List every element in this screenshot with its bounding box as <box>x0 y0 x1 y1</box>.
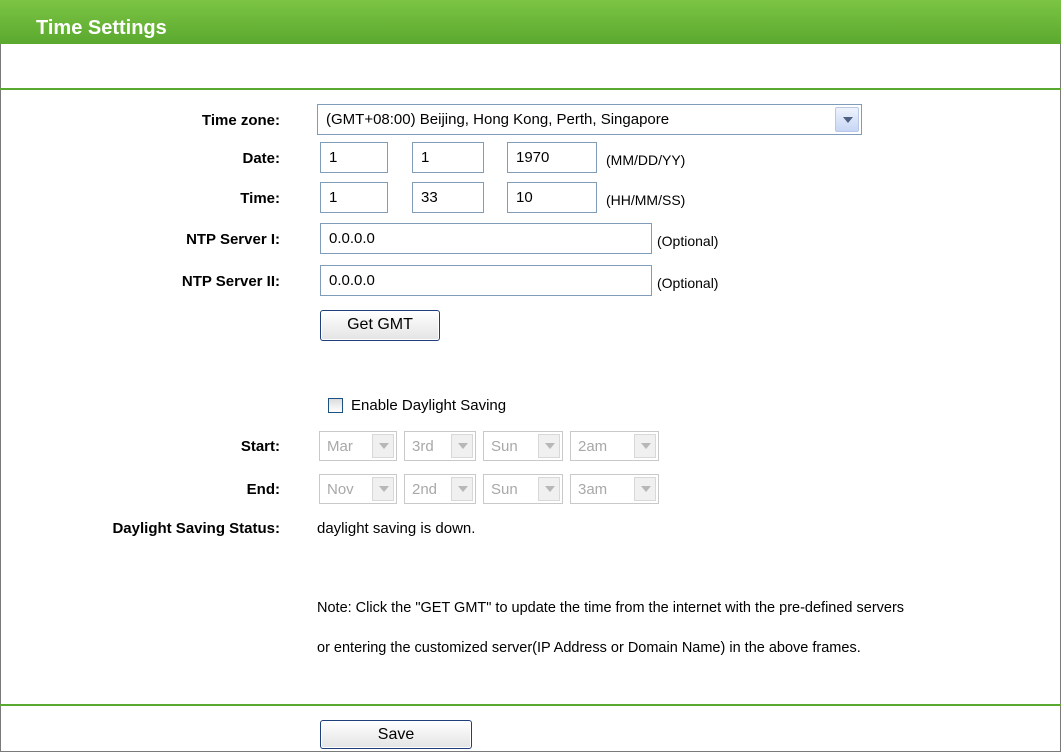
start-day-select[interactable]: Sun <box>483 431 563 461</box>
daylight-saving-checkbox[interactable] <box>328 398 343 413</box>
end-label: End: <box>246 481 280 498</box>
time-second-input[interactable]: 10 <box>507 182 597 213</box>
title-bar: Time Settings <box>0 0 1061 44</box>
ntp-server-1-input[interactable]: 0.0.0.0 <box>320 223 652 254</box>
chevron-down-icon[interactable] <box>451 477 473 501</box>
time-label: Time: <box>240 190 280 207</box>
ntp-server-2-input[interactable]: 0.0.0.0 <box>320 265 652 296</box>
time-hour-input[interactable]: 1 <box>320 182 388 213</box>
save-button[interactable]: Save <box>320 720 472 749</box>
chevron-down-icon[interactable] <box>538 477 560 501</box>
chevron-down-icon[interactable] <box>835 107 859 132</box>
time-zone-select[interactable]: (GMT+08:00) Beijing, Hong Kong, Perth, S… <box>317 104 862 135</box>
date-day-input[interactable]: 1 <box>412 142 484 173</box>
date-year-input[interactable]: 1970 <box>507 142 597 173</box>
ntp-server-1-label: NTP Server I: <box>186 231 280 248</box>
note-line-1: Note: Click the "GET GMT" to update the … <box>317 600 905 616</box>
page-title: Time Settings <box>36 17 167 39</box>
end-day-select[interactable]: Sun <box>483 474 563 504</box>
time-zone-value: (GMT+08:00) Beijing, Hong Kong, Perth, S… <box>326 111 670 128</box>
end-day-value: Sun <box>491 481 518 498</box>
start-month-value: Mar <box>327 438 353 455</box>
date-label: Date: <box>242 150 280 167</box>
end-week-value: 2nd <box>412 481 438 498</box>
bottom-divider <box>0 704 1061 706</box>
start-day-value: Sun <box>491 438 518 455</box>
end-month-select[interactable]: Nov <box>319 474 397 504</box>
chevron-down-icon[interactable] <box>372 434 394 458</box>
chevron-down-icon[interactable] <box>634 477 656 501</box>
time-minute-input[interactable]: 33 <box>412 182 484 213</box>
end-hour-select[interactable]: 3am <box>570 474 659 504</box>
ntp-server-1-hint: (Optional) <box>657 233 719 249</box>
time-format-hint: (HH/MM/SS) <box>606 192 686 208</box>
start-month-select[interactable]: Mar <box>319 431 397 461</box>
end-month-value: Nov <box>327 481 354 498</box>
end-week-select[interactable]: 2nd <box>404 474 476 504</box>
daylight-status-label: Daylight Saving Status: <box>112 520 280 537</box>
ntp-server-2-label: NTP Server II: <box>181 273 280 290</box>
chevron-down-icon[interactable] <box>634 434 656 458</box>
note-line-2: or entering the customized server(IP Add… <box>317 640 861 656</box>
top-divider <box>0 88 1061 90</box>
end-hour-value: 3am <box>578 481 608 498</box>
daylight-status-value: daylight saving is down. <box>317 520 476 537</box>
start-hour-select[interactable]: 2am <box>570 431 659 461</box>
chevron-down-icon[interactable] <box>451 434 473 458</box>
time-zone-label: Time zone: <box>201 112 280 129</box>
start-week-select[interactable]: 3rd <box>404 431 476 461</box>
start-label: Start: <box>240 438 280 455</box>
chevron-down-icon[interactable] <box>538 434 560 458</box>
daylight-saving-checkbox-label[interactable]: Enable Daylight Saving <box>351 397 506 414</box>
start-week-value: 3rd <box>412 438 434 455</box>
start-hour-value: 2am <box>578 438 608 455</box>
date-format-hint: (MM/DD/YY) <box>606 152 686 168</box>
date-month-input[interactable]: 1 <box>320 142 388 173</box>
ntp-server-2-hint: (Optional) <box>657 275 719 291</box>
chevron-down-icon[interactable] <box>372 477 394 501</box>
get-gmt-button[interactable]: Get GMT <box>320 310 440 341</box>
